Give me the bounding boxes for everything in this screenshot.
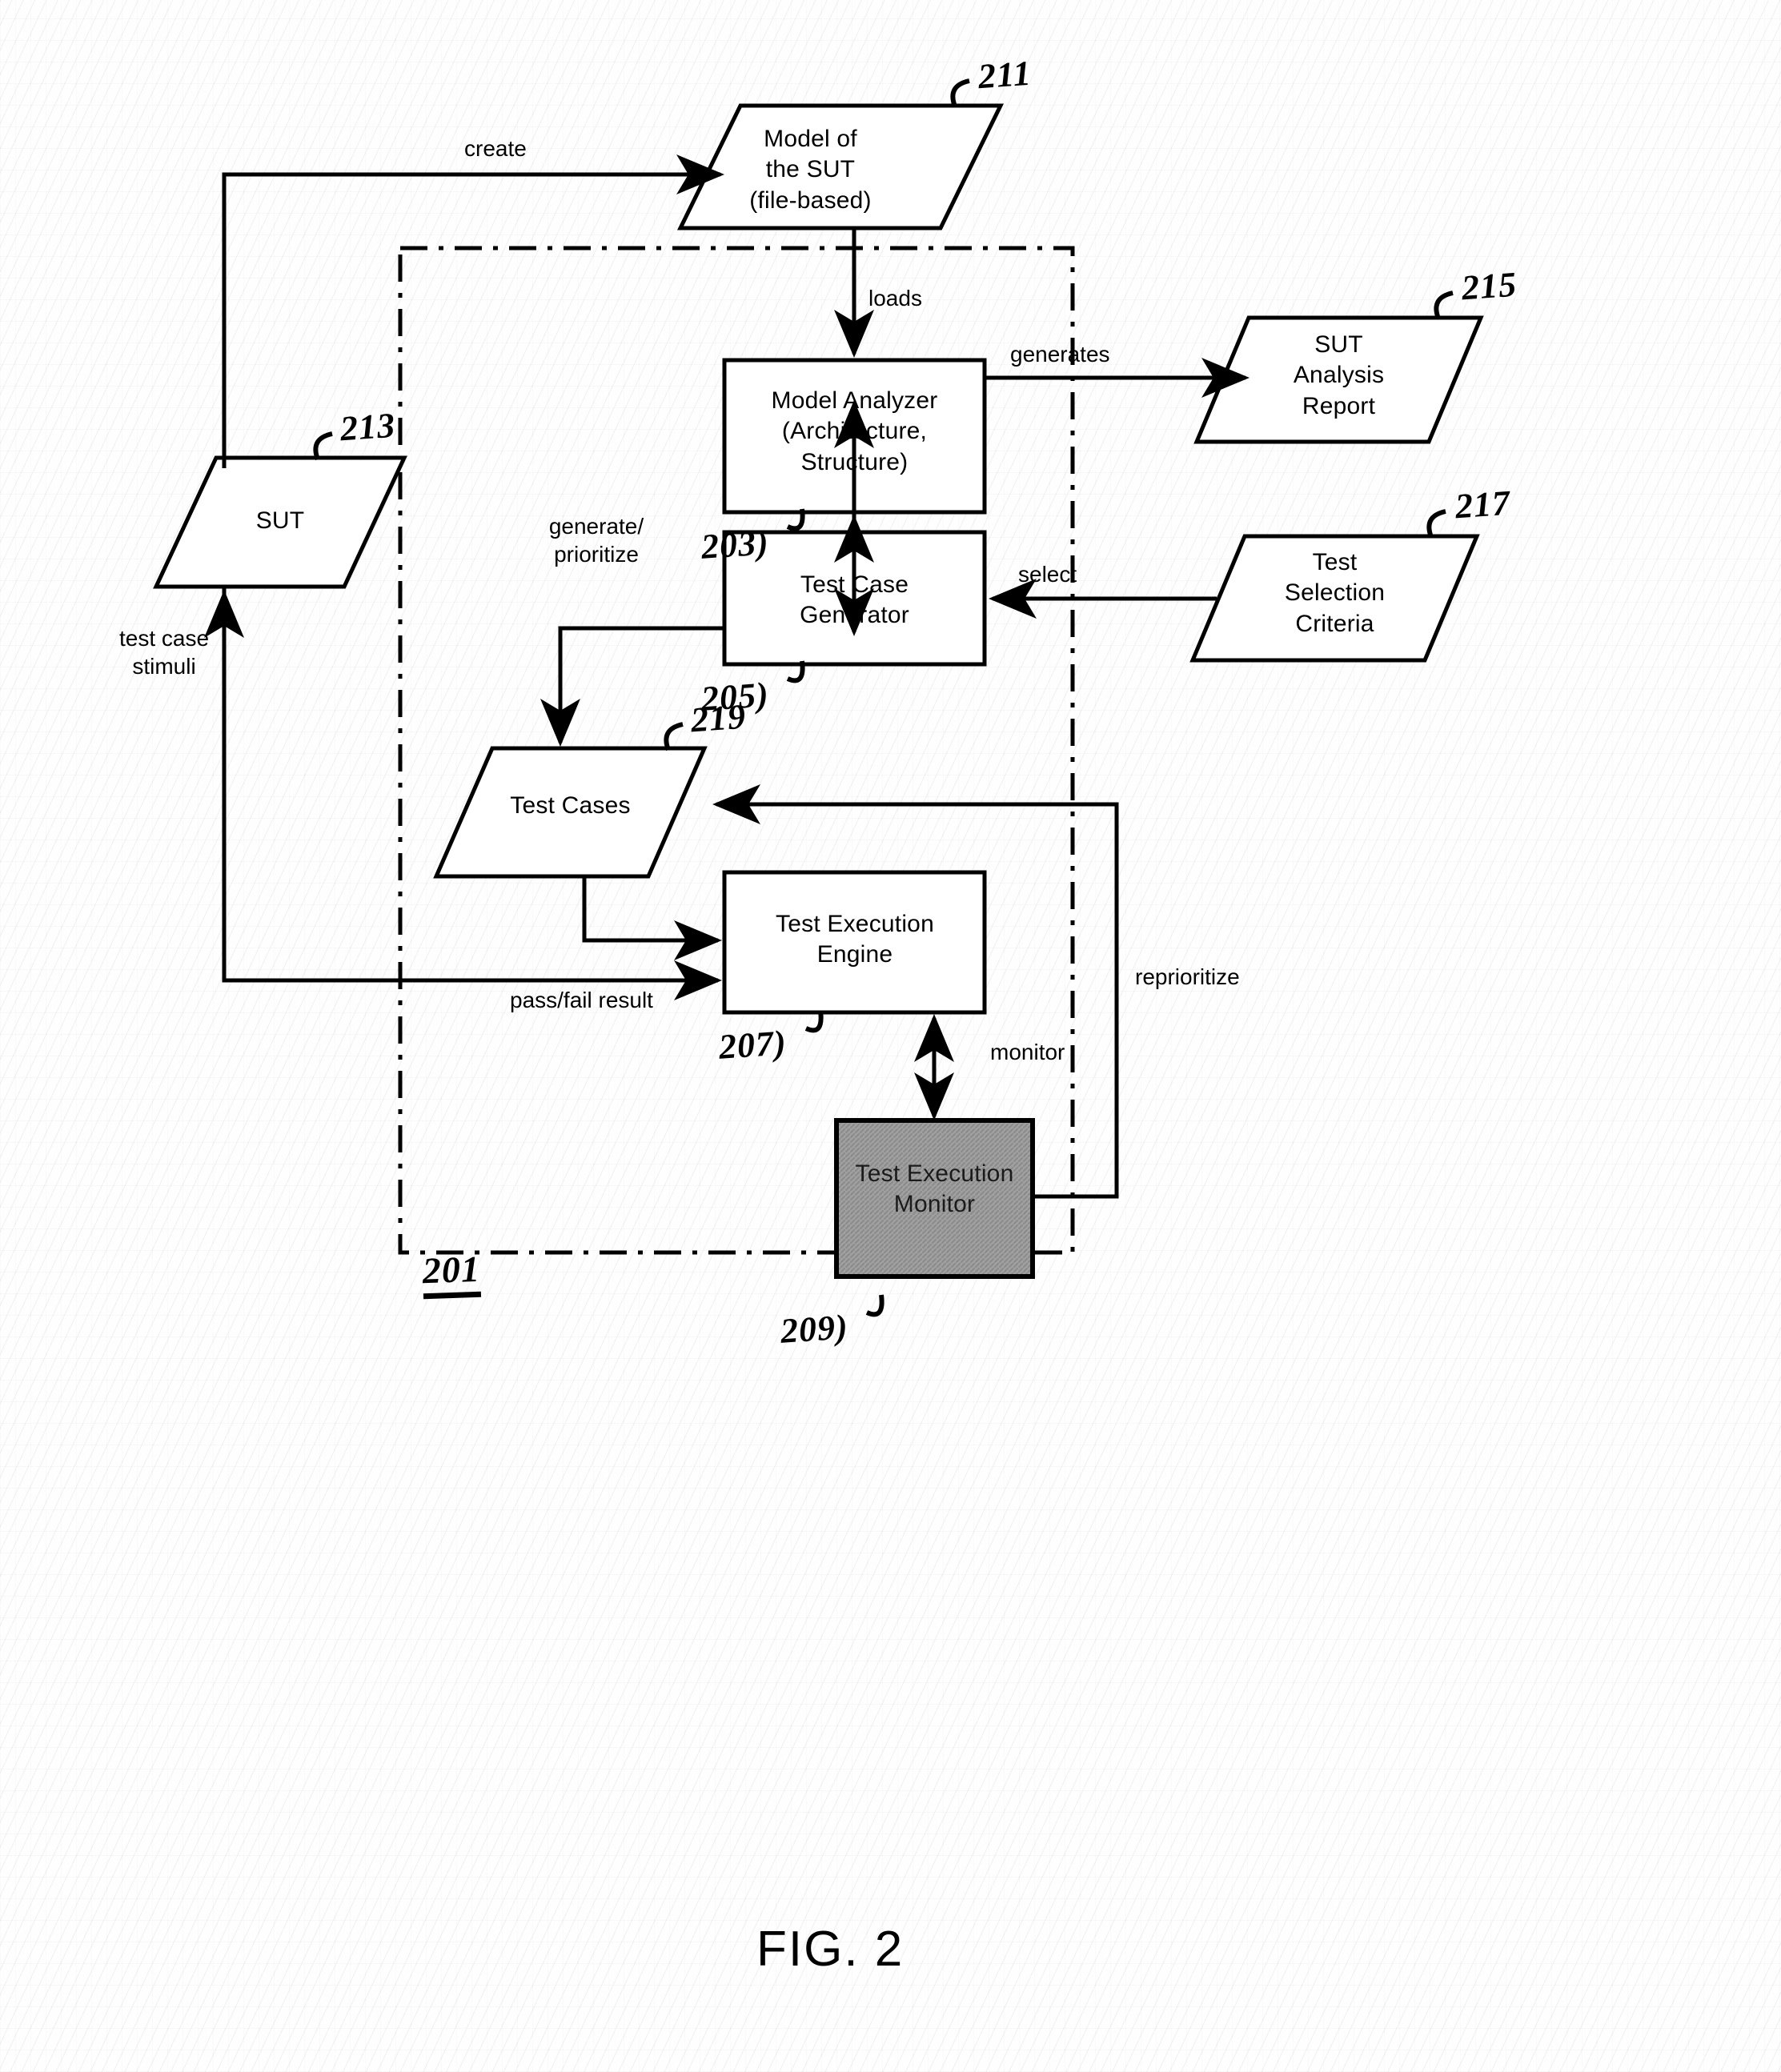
edge-label-pass-fail: pass/fail result — [510, 988, 653, 1012]
test-cases-shape — [433, 746, 708, 879]
ref-numeral-205: 205) — [700, 675, 771, 719]
ref-numeral-217: 217 — [1454, 483, 1512, 527]
stimuli-line-2: stimuli — [132, 654, 196, 679]
edge-label-loads: loads — [868, 286, 922, 311]
model-of-sut-shape — [676, 103, 1005, 230]
ref-numeral-207: 207) — [717, 1023, 788, 1067]
leader-215 — [1434, 291, 1454, 320]
leader-219 — [664, 722, 684, 751]
stimuli-line-1: test case — [118, 626, 210, 651]
edge-label-monitor: monitor — [990, 1040, 1065, 1064]
ref-numeral-215: 215 — [1460, 264, 1518, 308]
leader-217 — [1426, 509, 1446, 539]
edge-label-test-case-stimuli: test case stimuli — [76, 624, 252, 680]
leader-211 — [950, 78, 970, 108]
test-execution-monitor-shape — [834, 1118, 1035, 1279]
leader-213 — [313, 431, 333, 461]
generate-prioritize-line-1: generate/ — [548, 514, 644, 539]
ref-numeral-213: 213 — [339, 405, 397, 449]
ref-numeral-211: 211 — [977, 53, 1033, 97]
edge-label-select: select — [1018, 562, 1077, 587]
ref-numeral-209: 209) — [779, 1307, 850, 1351]
edge-label-reprioritize: reprioritize — [1135, 964, 1240, 989]
ref-numeral-201: 201 — [421, 1247, 482, 1300]
test-selection-criteria-shape — [1189, 534, 1480, 663]
ref-numeral-203: 203) — [700, 523, 771, 567]
edge-create — [222, 154, 724, 468]
edge-label-create: create — [464, 136, 527, 161]
generate-prioritize-line-2: prioritize — [554, 542, 639, 567]
test-execution-engine-shape — [722, 870, 987, 1015]
patent-figure-page: Model of the SUT (file-based) SUT Model … — [0, 0, 1781, 2072]
edge-label-generates: generates — [1010, 342, 1110, 367]
edge-cases-to-engine — [582, 878, 722, 960]
sut-shape — [153, 455, 407, 589]
edge-label-generate-prioritize: generate/ prioritize — [512, 512, 680, 568]
leader-209 — [865, 1294, 884, 1317]
figure-caption: FIG. 2 — [756, 1922, 905, 1977]
